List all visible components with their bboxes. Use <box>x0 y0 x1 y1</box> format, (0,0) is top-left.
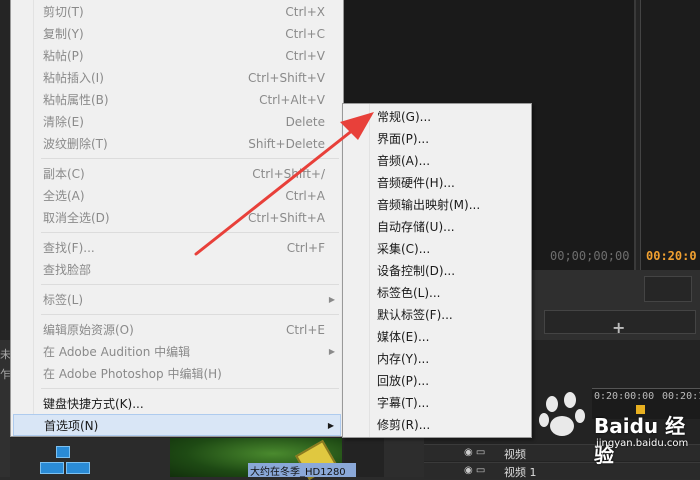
baidu-paw-icon <box>539 392 585 436</box>
baidu-watermark: Baidu 经验 jingyan.baidu.com <box>536 388 700 467</box>
annotation-arrow-shaft <box>194 124 360 256</box>
watermark-url: jingyan.baidu.com <box>596 438 689 449</box>
